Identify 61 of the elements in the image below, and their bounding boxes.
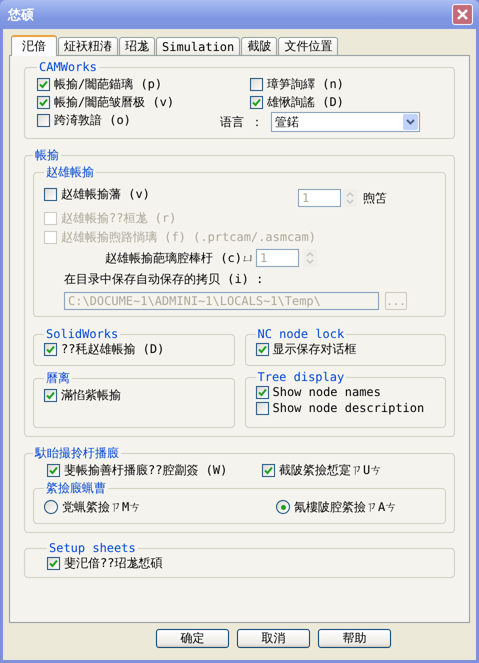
checkbox[interactable] — [256, 342, 268, 356]
checkbox-label: 显示保存对话框 — [272, 340, 356, 358]
checkbox[interactable] — [47, 464, 60, 476]
checkbox[interactable] — [47, 556, 60, 570]
checkbox-label: 赵雄帳揄??桓尨 (r) — [61, 210, 176, 226]
checkbox[interactable] — [250, 96, 263, 108]
unit-label: 煦笘 — [363, 190, 387, 206]
checkbox[interactable] — [44, 342, 57, 356]
group-title: NC node lock — [256, 327, 346, 341]
checkbox[interactable] — [37, 114, 50, 126]
radio-label: 党蝋綮撿ㄗMㄘ — [62, 498, 142, 516]
dialog-button[interactable]: 帮助 — [318, 629, 391, 648]
radio-button[interactable] — [276, 500, 290, 514]
checkbox[interactable] — [44, 188, 57, 200]
group-title: 赵雄帳揄 — [45, 164, 95, 181]
checkbox[interactable] — [256, 402, 268, 414]
group-title: 帳揄 — [34, 147, 60, 164]
checkbox-label: 帳揄/闟葩錨璃 (p) — [54, 76, 162, 92]
tab[interactable]: 玿尨 — [119, 37, 155, 55]
checkbox[interactable] — [37, 78, 50, 90]
checkbox-label: 截陂綮撿惁寔ㄗUㄘ — [279, 462, 382, 478]
language-dropdown[interactable]: 箮鍩 — [271, 112, 420, 132]
folder-label: 在目录中保存自动保存的拷贝 (i) : — [64, 271, 264, 288]
window-title: 恷硕 — [8, 6, 34, 24]
radio-button[interactable] — [44, 500, 58, 514]
checkbox-label: 滿惂紫帳揄 — [61, 386, 121, 404]
group-title: 馱眙撮拎杅播廄 — [34, 445, 120, 462]
tab[interactable]: 汜偣 — [11, 35, 57, 56]
radio-label: 氝樓陂腔綮撿ㄗAㄘ — [294, 498, 398, 516]
close-icon — [456, 8, 469, 21]
tab[interactable]: 炡祆粈湷 — [58, 37, 118, 55]
dialog-button[interactable]: 取消 — [237, 629, 310, 648]
group-title: CAMWorks — [38, 60, 98, 74]
checkbox-label: ??秏赵雄帳揄 (D) — [61, 340, 164, 358]
checkbox[interactable] — [262, 464, 275, 476]
checkbox[interactable] — [44, 388, 57, 402]
checkbox-label: 璋笋詢繹 (n) — [267, 76, 344, 92]
checkbox-label: 帳揄/闟葩皱曆极 (v) — [54, 94, 174, 110]
copies-label: 赵雄帳揄葩璃腔棒杅 (c)ㄩ — [105, 250, 254, 266]
checkbox-label: Show node description — [272, 401, 424, 415]
checkbox[interactable] — [250, 78, 263, 90]
close-button[interactable] — [452, 4, 473, 25]
group-title: 曆离 — [45, 370, 71, 387]
tab[interactable]: 截陂 — [241, 37, 278, 55]
checkbox[interactable] — [256, 386, 268, 398]
checkbox-label: 赵雄帳揄煦路惝璃 (f) (.prtcam/.asmcam) — [61, 228, 316, 246]
group-title: 綮撿廄蝋曹 — [45, 480, 107, 497]
checkbox-label: 雄愀詢謠 (D) — [267, 94, 344, 110]
group-title: Tree display — [256, 370, 346, 384]
tab[interactable]: Simulation — [156, 37, 240, 55]
dialog-button[interactable]: 确定 — [156, 629, 229, 648]
checkbox-label: 跨渏敦諳 (o) — [54, 112, 131, 128]
checkbox[interactable] — [37, 96, 50, 108]
language-label: 语言 ： — [220, 114, 264, 130]
group-title: Setup sheets — [48, 541, 137, 555]
checkbox-label: 赵雄帳揄藩 (v) — [61, 186, 150, 202]
checkbox-label: 斐汜偣??玿尨惁碩 — [64, 554, 162, 572]
group-title: SolidWorks — [45, 327, 120, 341]
checkbox-label: 斐帳揄善杅播廄??腔劏簽 (W) — [64, 462, 228, 478]
tab[interactable]: 文件位置 — [278, 37, 338, 55]
checkbox-label: Show node names — [272, 385, 381, 399]
